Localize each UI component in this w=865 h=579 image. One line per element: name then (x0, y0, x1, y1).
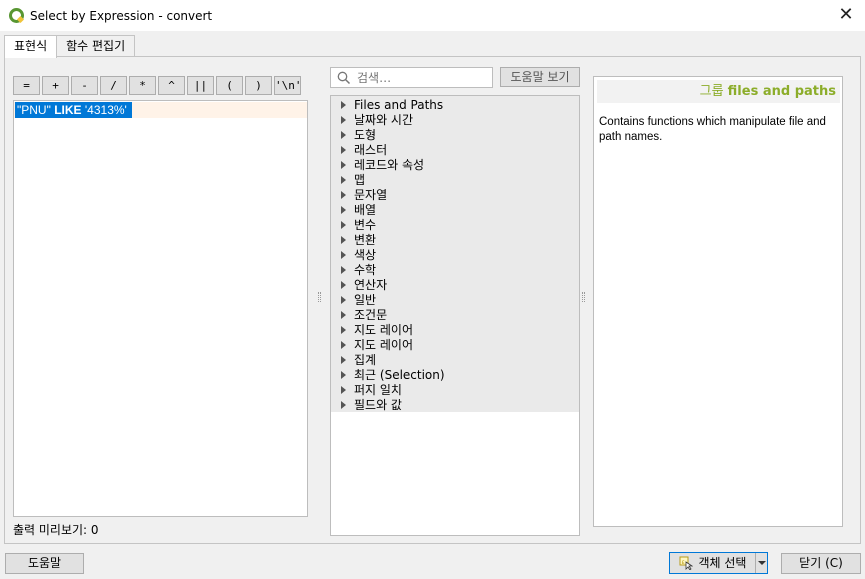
tab-expression[interactable]: 표현식 (4, 35, 58, 58)
chevron-down-icon[interactable] (755, 553, 767, 573)
function-group-item[interactable]: 날짜와 시간 (331, 112, 579, 127)
help-header-prefix: 그룹 (699, 84, 728, 99)
svg-text:ε: ε (681, 559, 684, 566)
operator-plus-button[interactable]: + (42, 76, 69, 95)
function-group-label: Files and Paths (354, 97, 444, 112)
expand-arrow-icon[interactable] (341, 370, 346, 379)
tab-bar: 표현식 함수 편집기 (4, 35, 136, 58)
search-input[interactable] (357, 70, 487, 85)
operator-multiply-button[interactable]: * (129, 76, 156, 95)
help-header: 그룹 files and paths (597, 80, 840, 103)
help-header-name: files and paths (727, 84, 836, 99)
expand-arrow-icon[interactable] (341, 310, 346, 319)
expand-arrow-icon[interactable] (341, 295, 346, 304)
close-button[interactable]: 닫기 (C) (781, 553, 861, 574)
expand-arrow-icon[interactable] (341, 400, 346, 409)
function-group-label: 필드와 값 (354, 398, 402, 412)
function-group-item[interactable]: 배열 (331, 202, 579, 217)
output-preview: 출력 미리보기: 0 (13, 523, 99, 537)
expand-arrow-icon[interactable] (341, 175, 346, 184)
function-group-item[interactable]: 연산자 (331, 277, 579, 292)
function-group-item[interactable]: 필드와 값 (331, 397, 579, 412)
expand-arrow-icon[interactable] (341, 265, 346, 274)
expression-value: '4313%' (81, 103, 131, 117)
qgis-logo-icon (9, 7, 25, 23)
expand-arrow-icon[interactable] (341, 325, 346, 334)
help-panel: 그룹 files and paths Contains functions wh… (593, 76, 843, 527)
function-group-item[interactable]: 집계 (331, 352, 579, 367)
expand-arrow-icon[interactable] (341, 100, 346, 109)
expand-arrow-icon[interactable] (341, 235, 346, 244)
close-window-icon[interactable]: ✕ (836, 5, 856, 25)
expand-arrow-icon[interactable] (341, 250, 346, 259)
operator-power-button[interactable]: ^ (158, 76, 185, 95)
expand-arrow-icon[interactable] (341, 145, 346, 154)
expand-arrow-icon[interactable] (341, 205, 346, 214)
help-button[interactable]: 도움말 (5, 553, 84, 574)
function-group-item[interactable]: 조건문 (331, 307, 579, 322)
splitter-handle[interactable] (318, 292, 321, 302)
expand-arrow-icon[interactable] (341, 160, 346, 169)
function-group-item[interactable]: Files and Paths (331, 97, 579, 112)
function-group-item[interactable]: 도형 (331, 127, 579, 142)
function-group-item[interactable]: 색상 (331, 247, 579, 262)
expand-arrow-icon[interactable] (341, 280, 346, 289)
function-group-item[interactable]: 최근 (Selection) (331, 367, 579, 382)
function-group-item[interactable]: 지도 레이어 (331, 337, 579, 352)
expand-arrow-icon[interactable] (341, 115, 346, 124)
show-help-button[interactable]: 도움말 보기 (500, 67, 580, 87)
operator-toolbar: = + - / * ^ || ( ) '\n' (13, 76, 302, 95)
tab-function-editor[interactable]: 함수 편집기 (56, 35, 136, 57)
function-group-item[interactable]: 변수 (331, 217, 579, 232)
current-line-highlight: "PNU" LIKE '4313%' (14, 102, 307, 118)
search-box[interactable] (330, 67, 493, 88)
expression-editor[interactable]: "PNU" LIKE '4313%' (13, 100, 308, 517)
expand-arrow-icon[interactable] (341, 130, 346, 139)
expand-arrow-icon[interactable] (341, 190, 346, 199)
help-description: Contains functions which manipulate file… (599, 116, 826, 143)
select-features-button[interactable]: ε 객체 선택 (669, 552, 768, 574)
function-group-item[interactable]: 레코드와 속성 (331, 157, 579, 172)
expression-keyword: LIKE (54, 103, 82, 117)
select-features-label: 객체 선택 (698, 555, 747, 570)
operator-equals-button[interactable]: = (13, 76, 40, 95)
title-bar: Select by Expression - convert ✕ (0, 0, 865, 31)
function-group-item[interactable]: 변환 (331, 232, 579, 247)
function-group-item[interactable]: 래스터 (331, 142, 579, 157)
splitter-handle[interactable] (582, 292, 585, 302)
expand-arrow-icon[interactable] (341, 355, 346, 364)
operator-open-paren-button[interactable]: ( (216, 76, 243, 95)
expand-arrow-icon[interactable] (341, 220, 346, 229)
function-group-item[interactable]: 퍼지 일치 (331, 382, 579, 397)
operator-close-paren-button[interactable]: ) (245, 76, 272, 95)
operator-newline-button[interactable]: '\n' (274, 76, 302, 95)
function-tree[interactable]: Files and Paths 날짜와 시간 도형 래스터 레코드와 속성 맵 문자열 배열 변… (330, 95, 580, 536)
window-title: Select by Expression - convert (30, 8, 213, 23)
expression-text[interactable]: "PNU" LIKE '4313%' (15, 102, 133, 118)
expression-field: "PNU" (17, 103, 55, 117)
function-group-item[interactable]: 수학 (331, 262, 579, 277)
function-group-item[interactable]: 일반 (331, 292, 579, 307)
operator-minus-button[interactable]: - (71, 76, 98, 95)
function-group-item[interactable]: 맵 (331, 172, 579, 187)
search-icon (337, 71, 351, 84)
function-group-item[interactable]: 지도 레이어 (331, 322, 579, 337)
operator-concat-button[interactable]: || (187, 76, 214, 95)
operator-divide-button[interactable]: / (100, 76, 127, 95)
function-group-item[interactable]: 문자열 (331, 187, 579, 202)
select-by-expression-icon: ε (679, 556, 693, 570)
expand-arrow-icon[interactable] (341, 385, 346, 394)
expand-arrow-icon[interactable] (341, 340, 346, 349)
